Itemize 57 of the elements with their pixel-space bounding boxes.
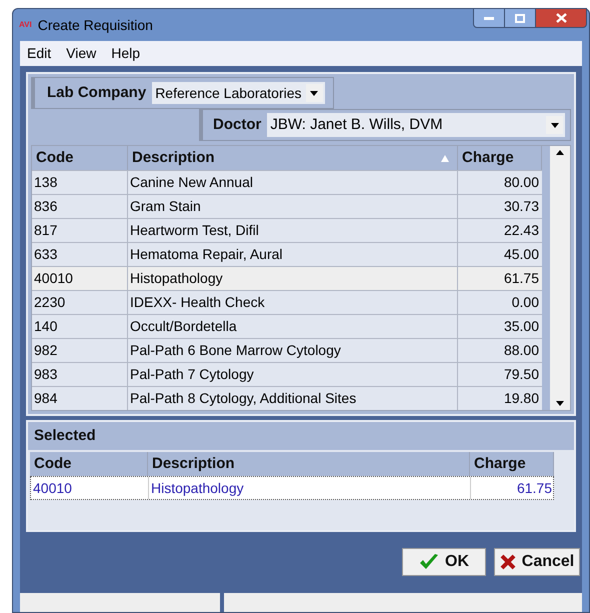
- ok-button[interactable]: OK: [402, 548, 486, 576]
- selected-row[interactable]: 40010 Histopathology 61.75: [30, 476, 554, 500]
- table-row[interactable]: 982 Pal-Path 6 Bone Marrow Cytology 88.00: [32, 338, 542, 362]
- maximize-icon: [515, 14, 525, 22]
- table-cell-text: 45.00: [502, 245, 540, 264]
- table-cell-text: 61.75: [502, 269, 540, 288]
- minimize-icon: [484, 16, 494, 20]
- column-header[interactable]: Code: [30, 452, 148, 476]
- scroll-up-icon: [556, 150, 564, 155]
- menu-item[interactable]: Edit: [27, 43, 52, 64]
- menu-item[interactable]: View: [66, 43, 96, 64]
- table-cell-text: 35.00: [502, 317, 540, 336]
- lab-company-label: Lab Company: [47, 82, 146, 103]
- table-cell-text: 19.80: [502, 389, 540, 408]
- table-cell-text: 0.00: [510, 293, 540, 312]
- dropdown-value: Reference Laboratories: [155, 84, 302, 102]
- x-mark-icon: [500, 554, 516, 570]
- table-row[interactable]: 2230 IDEXX- Health Check 0.00: [32, 290, 542, 314]
- checkmark-icon: [419, 554, 439, 570]
- table-cell: 40010: [31, 477, 149, 499]
- doctor-label: Doctor: [213, 114, 262, 135]
- table-row[interactable]: 817 Heartworm Test, Difil 22.43: [32, 218, 542, 242]
- section-title: Selected: [34, 426, 96, 446]
- table-row[interactable]: 140 Occult/Bordetella 35.00: [32, 314, 542, 338]
- column-header[interactable]: Description: [148, 452, 470, 476]
- scroll-down-icon: [556, 401, 564, 406]
- caret-icon: [550, 122, 558, 128]
- table-cell-text: 61.75: [516, 478, 553, 498]
- cancel-button[interactable]: Cancel: [494, 548, 580, 576]
- table-row[interactable]: 40010 Histopathology 61.75: [32, 266, 542, 290]
- table-cell: Pal-Path 8 Cytology, Additional Sites: [128, 387, 458, 410]
- dropdown-value: JBW: Janet B. Wills, DVM: [270, 114, 443, 135]
- table-row[interactable]: 633 Hematoma Repair, Aural 45.00: [32, 242, 542, 266]
- close-icon: [556, 13, 566, 23]
- menu-item[interactable]: Help: [111, 43, 140, 64]
- table-cell-text: 22.43: [502, 221, 540, 240]
- lab-company-dropdown[interactable]: Reference Laboratories: [152, 82, 324, 104]
- table-cell: Histopathology: [149, 477, 471, 499]
- table-cell: 984: [32, 387, 128, 410]
- table-cell-text: 80.00: [502, 173, 540, 192]
- scrollbar[interactable]: [550, 146, 570, 410]
- sort-icon: [441, 154, 449, 162]
- minimize-button[interactable]: [473, 8, 505, 28]
- table-row[interactable]: 138 Canine New Annual 80.00: [32, 170, 542, 194]
- table-cell-text: 88.00: [502, 341, 540, 360]
- maximize-button[interactable]: [505, 8, 535, 28]
- doctor-dropdown[interactable]: JBW: Janet B. Wills, DVM: [267, 113, 565, 137]
- table-row[interactable]: 983 Pal-Path 7 Cytology 79.50: [32, 362, 542, 386]
- table-row[interactable]: 984 Pal-Path 8 Cytology, Additional Sites 19.80: [32, 386, 542, 410]
- window-title: Create Requisition: [38, 16, 153, 35]
- close-button[interactable]: [535, 8, 587, 28]
- app-logo: AVI: [19, 21, 32, 29]
- table-cell-text: 79.50: [502, 365, 540, 384]
- caret-icon: [310, 90, 318, 96]
- table-row[interactable]: 836 Gram Stain 30.73: [32, 194, 542, 218]
- column-header[interactable]: Charge: [470, 452, 554, 476]
- table-cell-text: 30.73: [502, 197, 540, 216]
